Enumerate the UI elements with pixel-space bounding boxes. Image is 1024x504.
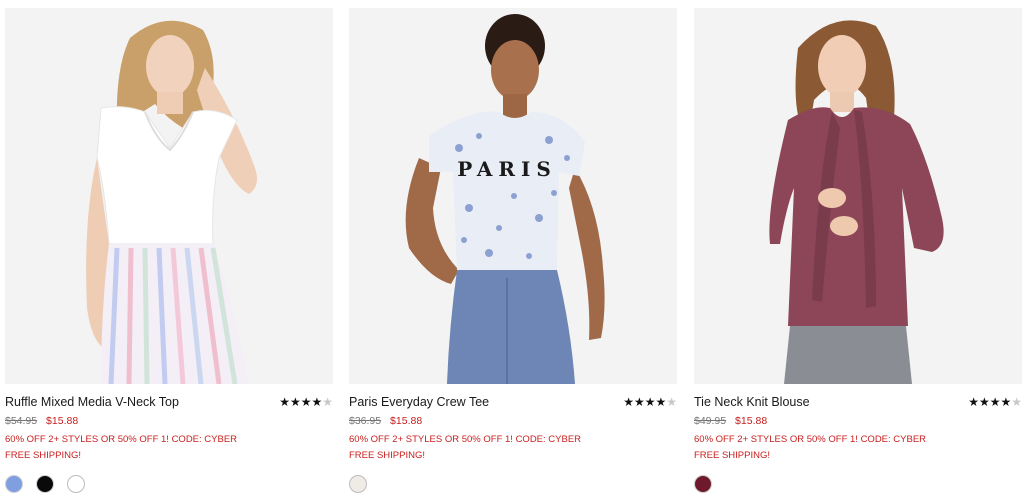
product-image[interactable]: PARIS (349, 8, 677, 384)
star-icon: ★ (666, 395, 677, 409)
star-rating: ★★★★★ (279, 395, 333, 409)
product-title[interactable]: Tie Neck Knit Blouse (694, 395, 810, 409)
star-icon: ★ (1011, 395, 1022, 409)
sale-price: $15.88 (390, 415, 423, 427)
shipping-text: FREE SHIPPING! (694, 450, 771, 461)
promo-text: 60% OFF 2+ STYLES OR 50% OFF 1! CODE: CY… (5, 434, 238, 445)
star-icon: ★★★★ (279, 395, 323, 409)
star-icon: ★ (322, 395, 333, 409)
color-swatch-blue[interactable] (5, 475, 23, 493)
shipping-text: FREE SHIPPING! (5, 450, 82, 461)
color-swatch-black[interactable] (36, 475, 54, 493)
shipping-text: FREE SHIPPING! (349, 450, 426, 461)
product-title[interactable]: Ruffle Mixed Media V-Neck Top (5, 395, 179, 409)
product-title[interactable]: Paris Everyday Crew Tee (349, 395, 489, 409)
sale-price: $15.88 (735, 415, 768, 427)
color-swatches (349, 475, 677, 497)
color-swatches (5, 475, 333, 497)
color-swatch-white[interactable] (67, 475, 85, 493)
product-image[interactable] (694, 8, 1022, 384)
product-image[interactable] (5, 8, 333, 384)
promo-text: 60% OFF 2+ STYLES OR 50% OFF 1! CODE: CY… (694, 434, 927, 445)
color-swatch-burgundy[interactable] (694, 475, 712, 493)
product-card[interactable]: Ruffle Mixed Media V-Neck Top ★★★★★ $54.… (5, 8, 333, 497)
star-icon: ★★★★ (968, 395, 1012, 409)
original-price: $54.95 (5, 415, 38, 427)
original-price: $36.95 (349, 415, 382, 427)
color-swatches (694, 475, 1022, 497)
tee-graphic-text: PARIS (457, 157, 557, 181)
product-card[interactable]: PARIS Paris Everyday Crew Tee ★★★★★ $36.… (349, 8, 677, 497)
product-card[interactable]: Tie Neck Knit Blouse ★★★★★ $49.95 $15.88… (694, 8, 1022, 497)
star-rating: ★★★★★ (623, 395, 677, 409)
sale-price: $15.88 (46, 415, 79, 427)
star-icon: ★★★★ (623, 395, 667, 409)
star-rating: ★★★★★ (968, 395, 1022, 409)
color-swatch-ivory[interactable] (349, 475, 367, 493)
original-price: $49.95 (694, 415, 727, 427)
promo-text: 60% OFF 2+ STYLES OR 50% OFF 1! CODE: CY… (349, 434, 582, 445)
